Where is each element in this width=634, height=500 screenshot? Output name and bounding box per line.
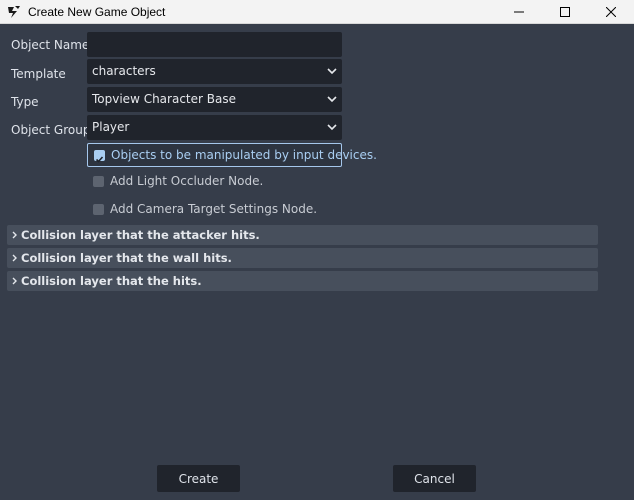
object-name-label: Object Name (11, 38, 90, 52)
minimize-icon (514, 11, 524, 13)
object-group-label: Object Group (11, 123, 91, 137)
section-attacker-collision[interactable]: Collision layer that the attacker hits. (7, 225, 598, 245)
template-row: Template characters (0, 59, 634, 85)
maximize-button[interactable] (542, 0, 588, 24)
chevron-down-icon (327, 68, 337, 75)
object-name-row: Object Name (0, 32, 634, 58)
checkbox-input-devices[interactable]: Objects to be manipulated by input devic… (87, 143, 377, 167)
checkbox-input-devices-label: Objects to be manipulated by input devic… (111, 148, 377, 162)
template-label: Template (11, 67, 66, 81)
checkbox-checked-icon[interactable] (94, 150, 105, 163)
object-group-select[interactable]: Player (87, 115, 342, 140)
create-button[interactable]: Create (157, 465, 240, 492)
type-select[interactable]: Topview Character Base (87, 87, 342, 112)
chevron-down-icon (327, 124, 337, 131)
checkbox-unchecked-icon[interactable] (93, 204, 104, 215)
checkbox-light-occluder[interactable]: Add Light Occluder Node. (87, 170, 342, 194)
close-button[interactable] (588, 0, 634, 24)
dialog-content: Object Name Template characters Type Top… (0, 24, 634, 500)
type-label: Type (11, 95, 39, 109)
section-hits-collision[interactable]: Collision layer that the hits. (7, 271, 598, 291)
minimize-button[interactable] (496, 0, 542, 24)
section-hits-label: Collision layer that the hits. (21, 274, 202, 288)
close-icon (606, 7, 616, 17)
type-row: Type Topview Character Base (0, 87, 634, 113)
app-logo-icon (6, 4, 22, 20)
window-title: Create New Game Object (28, 4, 166, 19)
object-name-input[interactable] (87, 32, 342, 57)
checkbox-camera-target[interactable]: Add Camera Target Settings Node. (87, 198, 342, 222)
section-wall-label: Collision layer that the wall hits. (21, 251, 232, 265)
chevron-right-icon (12, 254, 17, 262)
chevron-down-icon (327, 96, 337, 103)
object-group-value: Player (92, 120, 130, 134)
chevron-right-icon (12, 277, 17, 285)
section-attacker-label: Collision layer that the attacker hits. (21, 228, 260, 242)
template-value: characters (92, 64, 156, 78)
title-bar[interactable]: Create New Game Object (0, 0, 634, 24)
checkbox-light-occluder-label: Add Light Occluder Node. (110, 174, 264, 188)
checkbox-camera-target-label: Add Camera Target Settings Node. (110, 202, 318, 216)
type-value: Topview Character Base (92, 92, 236, 106)
maximize-icon (560, 7, 570, 17)
chevron-right-icon (12, 231, 17, 239)
template-select[interactable]: characters (87, 59, 342, 84)
checkbox-unchecked-icon[interactable] (93, 176, 104, 187)
object-group-row: Object Group Player (0, 115, 634, 141)
cancel-button[interactable]: Cancel (393, 465, 476, 492)
dialog-window: Create New Game Object Object Name Templ… (0, 0, 634, 500)
section-wall-collision[interactable]: Collision layer that the wall hits. (7, 248, 598, 268)
